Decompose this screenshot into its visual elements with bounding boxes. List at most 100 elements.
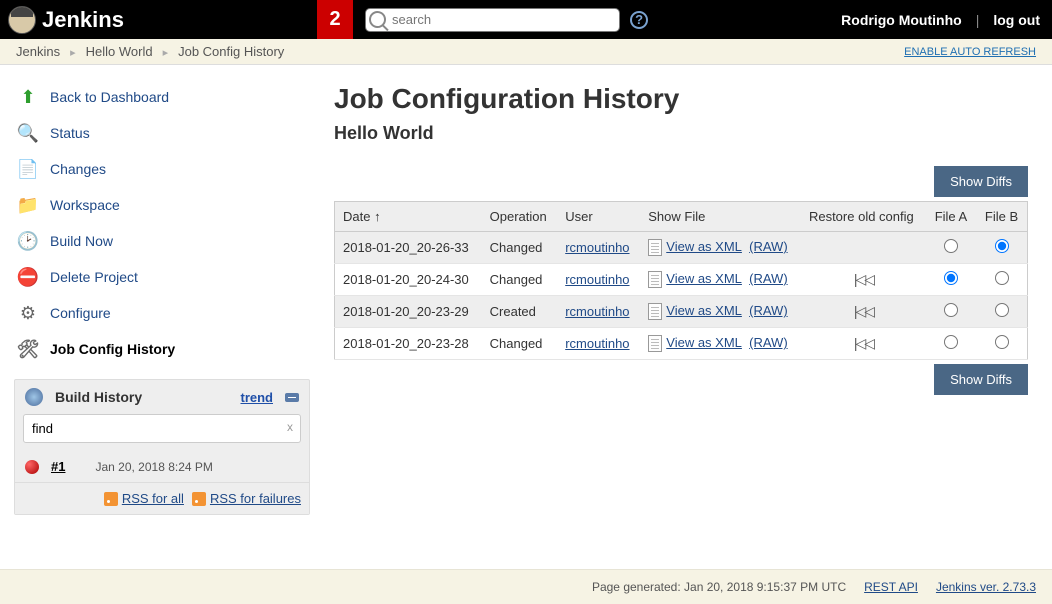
raw-link[interactable]: (RAW) [749, 271, 788, 286]
file-b-radio[interactable] [995, 303, 1009, 317]
cell-show-file: View as XML (RAW) [640, 328, 801, 360]
search-box [365, 8, 620, 32]
raw-link[interactable]: (RAW) [749, 239, 788, 254]
task-build-now[interactable]: 🕑Build Now [14, 223, 310, 259]
task-delete-project[interactable]: ⛔ Delete Project [14, 259, 310, 295]
rss-all-link[interactable]: RSS for all [104, 491, 184, 506]
task-status[interactable]: 🔍Status [14, 115, 310, 151]
task-job-config-history[interactable]: 🛠Job Config History [14, 331, 310, 367]
cell-file-b [976, 328, 1027, 360]
user-link[interactable]: Rodrigo Moutinho [841, 12, 962, 28]
search-icon [369, 11, 386, 28]
file-b-radio[interactable] [995, 335, 1009, 349]
cell-restore: |◁◁ [801, 264, 926, 296]
build-number-link[interactable]: #1 [51, 459, 65, 474]
breadcrumb-item[interactable]: Job Config History [178, 44, 284, 59]
file-b-radio[interactable] [995, 271, 1009, 285]
user-link[interactable]: rcmoutinho [565, 304, 629, 319]
cell-user: rcmoutinho [557, 328, 640, 360]
cell-file-b [976, 264, 1027, 296]
job-name: Hello World [334, 123, 1028, 144]
no-entry-icon: ⛔ [16, 265, 40, 289]
cell-show-file: View as XML (RAW) [640, 264, 801, 296]
task-workspace[interactable]: 📁Workspace [14, 187, 310, 223]
clear-search-icon[interactable]: x [287, 420, 293, 434]
file-a-radio[interactable] [944, 335, 958, 349]
cell-restore: |◁◁ [801, 328, 926, 360]
notification-badge[interactable]: 2 [317, 0, 353, 39]
show-diffs-button-top[interactable]: Show Diffs [934, 166, 1028, 197]
page-title: Job Configuration History [334, 83, 1028, 115]
cell-user: rcmoutinho [557, 232, 640, 264]
file-a-radio[interactable] [944, 239, 958, 253]
cell-user: rcmoutinho [557, 296, 640, 328]
task-back-to-dashboard[interactable]: ⬆Back to Dashboard [14, 79, 310, 115]
task-changes[interactable]: 📄Changes [14, 151, 310, 187]
user-link[interactable]: rcmoutinho [565, 336, 629, 351]
page-footer: Page generated: Jan 20, 2018 9:15:37 PM … [0, 569, 1052, 604]
logout-link[interactable]: log out [993, 12, 1040, 28]
view-xml-link[interactable]: View as XML [666, 303, 742, 318]
file-a-radio[interactable] [944, 271, 958, 285]
file-a-radio[interactable] [944, 303, 958, 317]
cell-show-file: View as XML (RAW) [640, 232, 801, 264]
task-label: Delete Project [50, 269, 138, 285]
col-user: User [557, 202, 640, 232]
table-row: 2018-01-20_20-23-28ChangedrcmoutinhoView… [335, 328, 1028, 360]
build-row[interactable]: #1 Jan 20, 2018 8:24 PM [15, 451, 309, 482]
cell-file-b [976, 232, 1027, 264]
task-configure[interactable]: ⚙ Configure [14, 295, 310, 331]
col-operation: Operation [482, 202, 558, 232]
table-row: 2018-01-20_20-26-33ChangedrcmoutinhoView… [335, 232, 1028, 264]
build-history-widget: Build History trend x #1 Jan 20, 2018 8:… [14, 379, 310, 515]
cell-file-a [926, 296, 976, 328]
trend-link[interactable]: trend [241, 390, 274, 405]
table-row: 2018-01-20_20-23-29CreatedrcmoutinhoView… [335, 296, 1028, 328]
table-row: 2018-01-20_20-24-30ChangedrcmoutinhoView… [335, 264, 1028, 296]
show-diffs-button-bottom[interactable]: Show Diffs [934, 364, 1028, 395]
jenkins-logo[interactable]: Jenkins [8, 6, 124, 34]
cell-operation: Created [482, 296, 558, 328]
task-label: Configure [50, 305, 111, 321]
task-label: Build Now [50, 233, 113, 249]
history-table: Date ↑ Operation User Show File Restore … [334, 201, 1028, 360]
separator: | [976, 12, 980, 28]
file-b-radio[interactable] [995, 239, 1009, 253]
user-link[interactable]: rcmoutinho [565, 240, 629, 255]
collapse-icon[interactable] [285, 393, 299, 402]
help-icon[interactable]: ? [630, 11, 648, 29]
breadcrumb-item[interactable]: Jenkins [16, 44, 60, 59]
breadcrumb-item[interactable]: Hello World [86, 44, 153, 59]
cell-file-a [926, 328, 976, 360]
view-xml-link[interactable]: View as XML [666, 335, 742, 350]
task-label: Back to Dashboard [50, 89, 169, 105]
cell-restore [801, 232, 926, 264]
col-restore: Restore old config [801, 202, 926, 232]
task-label: Status [50, 125, 90, 141]
rest-api-link[interactable]: REST API [864, 580, 918, 594]
gear-icon: ⚙ [16, 301, 40, 325]
raw-link[interactable]: (RAW) [749, 303, 788, 318]
raw-link[interactable]: (RAW) [749, 335, 788, 350]
cell-operation: Changed [482, 328, 558, 360]
rss-icon [104, 492, 118, 506]
col-date[interactable]: Date ↑ [335, 202, 482, 232]
search-input[interactable] [365, 8, 620, 32]
restore-icon[interactable]: |◁◁ [854, 303, 873, 320]
restore-icon[interactable]: |◁◁ [854, 271, 873, 288]
file-icon [648, 335, 662, 352]
view-xml-link[interactable]: View as XML [666, 239, 742, 254]
view-xml-link[interactable]: View as XML [666, 271, 742, 286]
cell-file-a [926, 264, 976, 296]
jenkins-version-link[interactable]: Jenkins ver. 2.73.3 [936, 580, 1036, 594]
user-link[interactable]: rcmoutinho [565, 272, 629, 287]
top-bar: Jenkins 2 ? Rodrigo Moutinho | log out [0, 0, 1052, 39]
notes-icon: 📄 [16, 157, 40, 181]
restore-icon[interactable]: |◁◁ [854, 335, 873, 352]
cell-user: rcmoutinho [557, 264, 640, 296]
auto-refresh-link[interactable]: ENABLE AUTO REFRESH [904, 46, 1036, 58]
col-file-a: File A [926, 202, 976, 232]
build-history-icon [25, 388, 43, 406]
build-history-search-input[interactable] [24, 415, 300, 442]
rss-failures-link[interactable]: RSS for failures [192, 491, 301, 506]
